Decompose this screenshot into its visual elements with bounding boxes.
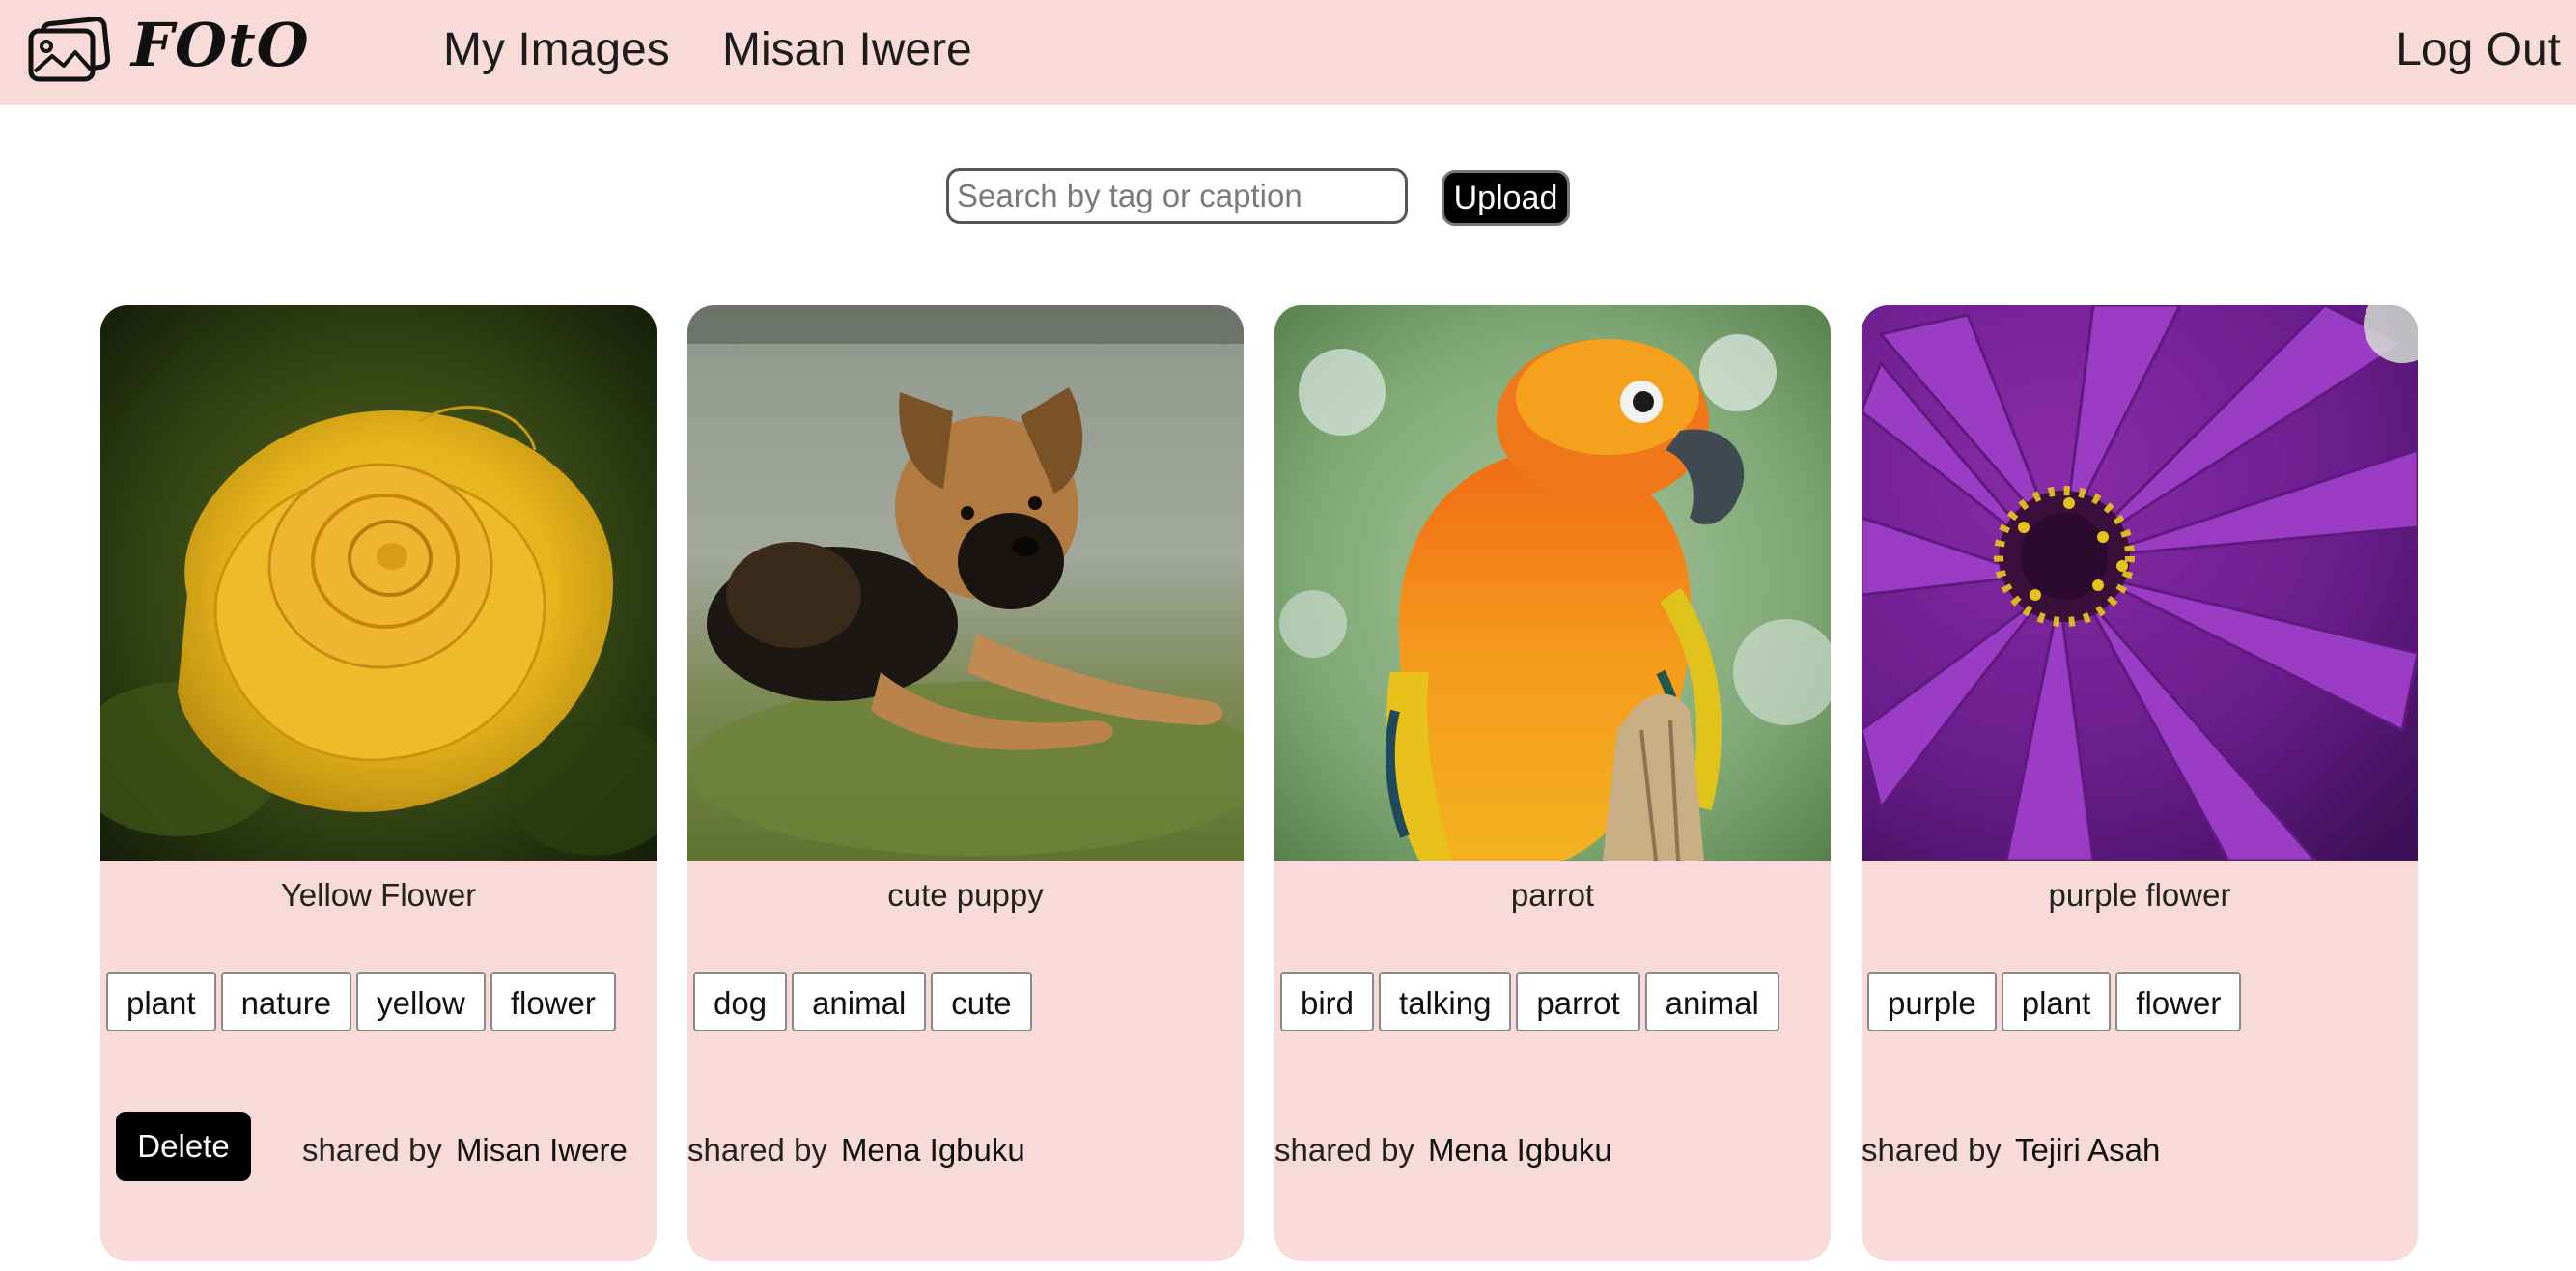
tag-chip[interactable]: plant [2001, 972, 2112, 1031]
upload-button[interactable]: Upload [1442, 170, 1570, 226]
tag-chip[interactable]: parrot [1516, 972, 1640, 1031]
card-caption: purple flower [2048, 877, 2231, 913]
tag-chip[interactable]: talking [1379, 972, 1512, 1031]
logout-link[interactable]: Log Out [2395, 23, 2561, 76]
shared-by-info: shared by Mena Igbuku [1274, 1132, 1612, 1169]
photo-logo-icon[interactable] [27, 17, 110, 85]
image-card: Yellow Flower plant nature yellow flower De… [100, 305, 657, 1261]
shared-by-info: shared by Misan Iwere [302, 1132, 628, 1169]
tag-chip[interactable]: animal [792, 972, 927, 1031]
owner-name: Tejiri Asah [2014, 1132, 2161, 1168]
owner-name: Misan Iwere [455, 1132, 628, 1168]
owner-name: Mena Igbuku [1427, 1132, 1612, 1168]
tag-chip[interactable]: bird [1280, 972, 1375, 1031]
yellow-rose-image[interactable] [100, 305, 657, 861]
puppy-image[interactable] [687, 305, 1244, 861]
image-card: parrot bird talking parrot animal shared by… [1274, 305, 1831, 1261]
card-caption: Yellow Flower [280, 877, 477, 913]
tag-chip[interactable]: animal [1644, 972, 1779, 1031]
tag-chip[interactable]: cute [931, 972, 1032, 1031]
shared-by-label: shared by [302, 1132, 442, 1168]
card-caption: cute puppy [887, 877, 1044, 913]
tag-list: plant nature yellow flower [106, 972, 621, 1033]
tag-chip[interactable]: nature [220, 972, 352, 1031]
search-input[interactable] [946, 168, 1408, 224]
shared-by-label: shared by [1274, 1132, 1414, 1168]
tag-chip[interactable]: yellow [356, 972, 486, 1031]
shared-by-info: shared by Mena Igbuku [687, 1132, 1025, 1169]
tag-list: bird talking parrot animal [1280, 972, 1784, 1033]
parrot-image[interactable] [1274, 305, 1831, 861]
delete-button[interactable]: Delete [116, 1112, 251, 1181]
purple-flower-image[interactable] [1862, 305, 2418, 861]
nav-my-images-link[interactable]: My Images [443, 23, 670, 76]
tag-chip[interactable]: flower [490, 972, 616, 1031]
shared-by-label: shared by [687, 1132, 827, 1168]
shared-by-label: shared by [1862, 1132, 2002, 1168]
tag-chip[interactable]: flower [2115, 972, 2242, 1031]
tag-list: purple plant flower [1867, 972, 2246, 1033]
tag-list: dog animal cute [693, 972, 1037, 1033]
tag-chip[interactable]: purple [1867, 972, 1997, 1031]
image-card: purple flower purple plant flower shared b… [1862, 305, 2418, 1261]
owner-name: Mena Igbuku [840, 1132, 1025, 1168]
shared-by-info: shared by Tejiri Asah [1862, 1132, 2160, 1169]
card-caption: parrot [1510, 877, 1595, 913]
nav-user-name-link[interactable]: Misan Iwere [722, 23, 972, 76]
tag-chip[interactable]: dog [693, 972, 788, 1031]
top-navbar: FOtO My Images Misan Iwere Log Out [0, 0, 2576, 105]
image-card: cute puppy dog animal cute shared by Mena I… [687, 305, 1244, 1261]
tag-chip[interactable]: plant [106, 972, 216, 1031]
brand-logo-text[interactable]: FOtO [131, 10, 310, 80]
